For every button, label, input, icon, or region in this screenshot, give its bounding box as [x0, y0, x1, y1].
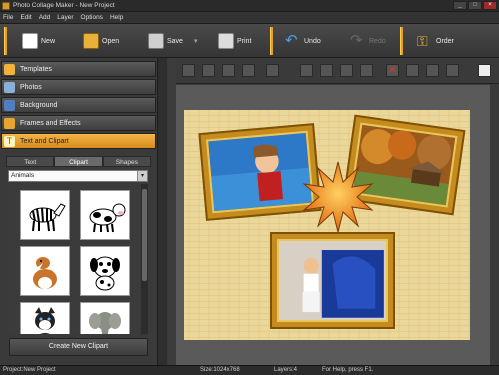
- scroll-thumb[interactable]: [142, 189, 147, 281]
- align-icon[interactable]: [182, 64, 195, 77]
- tab-shapes[interactable]: Shapes: [102, 156, 151, 167]
- menu-edit[interactable]: Edit: [20, 14, 31, 21]
- clipart-grid: [8, 184, 140, 334]
- tab-clipart[interactable]: Clipart: [54, 156, 103, 167]
- key-icon: ⚿: [417, 33, 428, 49]
- star-icon: [4, 63, 15, 75]
- clipart-category-select[interactable]: Animals ▾: [8, 170, 148, 182]
- app-icon: [2, 1, 10, 10]
- settings-icon[interactable]: [426, 64, 439, 77]
- clipart-husky[interactable]: [20, 302, 70, 334]
- undo-label: Undo: [304, 37, 321, 45]
- clipart-collie[interactable]: [20, 246, 70, 296]
- layout-toolbar: ✕: [176, 58, 499, 84]
- align-bottom-icon[interactable]: [266, 64, 279, 77]
- status-help: For Help, press F1.: [322, 367, 374, 373]
- clipart-tabs: Text Clipart Shapes: [6, 156, 151, 167]
- accordion-frames-effects[interactable]: Frames and Effects: [1, 115, 156, 131]
- undo-button[interactable]: ↶ Undo: [285, 29, 321, 53]
- clipart-zebra[interactable]: [20, 190, 70, 240]
- undo-arrow-icon: ↶: [285, 32, 298, 49]
- accordion-background[interactable]: Background: [1, 97, 156, 113]
- save-button[interactable]: Save ▾: [148, 29, 197, 53]
- menu-help[interactable]: Help: [110, 14, 123, 21]
- chevron-down-icon[interactable]: ▾: [137, 171, 147, 181]
- new-button[interactable]: New: [22, 29, 55, 53]
- clipart-dalmatian[interactable]: [80, 246, 130, 296]
- background-icon: [4, 99, 15, 111]
- clipart-elephant[interactable]: [80, 302, 130, 334]
- printer-icon: [218, 33, 234, 49]
- accordion-text-clipart[interactable]: T Text and Clipart: [1, 133, 156, 149]
- minimize-button[interactable]: _: [453, 1, 467, 10]
- accordion-label: Photos: [20, 83, 42, 91]
- floppy-icon: [148, 33, 164, 49]
- lock-icon[interactable]: [446, 64, 459, 77]
- window-controls: _ □ ×: [453, 1, 497, 10]
- title-bar: Photo Collage Maker - New Project _ □ ×: [0, 0, 499, 12]
- menu-bar: File Edit Add Layer Options Help: [0, 12, 499, 24]
- clipart-cow[interactable]: [80, 190, 130, 240]
- rotate-right-icon[interactable]: [320, 64, 333, 77]
- status-layers: Layers:4: [274, 367, 298, 373]
- status-bar: Project:New Project Size:1024x768 Layers…: [0, 365, 499, 375]
- order-button[interactable]: ⚿ Order: [417, 29, 454, 53]
- close-button[interactable]: ×: [483, 1, 497, 10]
- save-label: Save: [167, 37, 183, 45]
- open-label: Open: [102, 37, 120, 45]
- create-new-clipart-button[interactable]: Create New Clipart: [9, 338, 148, 356]
- starburst-shape[interactable]: [302, 160, 374, 234]
- work-area-scrollbar[interactable]: [490, 85, 499, 365]
- accordion-label: Text and Clipart: [20, 137, 69, 145]
- new-label: New: [41, 37, 56, 45]
- folder-icon: [83, 33, 99, 49]
- accordion-label: Templates: [20, 65, 52, 73]
- delete-icon[interactable]: ✕: [386, 64, 399, 77]
- maximize-button[interactable]: □: [468, 1, 482, 10]
- crop-icon[interactable]: [406, 64, 419, 77]
- accordion-label: Background: [20, 101, 58, 109]
- order-label: Order: [436, 37, 454, 45]
- print-label: Print: [237, 37, 252, 45]
- status-size: Size:1024x768: [200, 367, 240, 373]
- tab-text[interactable]: Text: [6, 156, 55, 167]
- flip-vertical-icon[interactable]: [360, 64, 373, 77]
- photo-boy-statue[interactable]: [277, 239, 388, 322]
- photo-icon: [4, 81, 15, 93]
- toolbar-separator: [400, 27, 403, 55]
- toolbar-separator: [4, 27, 7, 55]
- text-clipart-icon: T: [4, 135, 15, 147]
- bring-forward-icon[interactable]: [202, 64, 215, 77]
- status-project: Project:New Project: [3, 367, 56, 373]
- page-icon[interactable]: [478, 64, 491, 77]
- toolbar-separator: [270, 27, 273, 55]
- save-dropdown-icon[interactable]: ▾: [194, 37, 198, 45]
- flip-horizontal-icon[interactable]: [340, 64, 353, 77]
- redo-button[interactable]: ↷ Redo: [350, 29, 386, 53]
- rotate-left-icon[interactable]: [300, 64, 313, 77]
- redo-label: Redo: [369, 37, 386, 45]
- menu-file[interactable]: File: [3, 14, 13, 21]
- palette-icon: [4, 117, 15, 129]
- new-document-icon: [22, 33, 38, 49]
- photo-frame-boy-statue[interactable]: [270, 232, 395, 329]
- menu-layer[interactable]: Layer: [57, 14, 73, 21]
- menu-add[interactable]: Add: [39, 14, 51, 21]
- clipart-scrollbar[interactable]: [141, 184, 148, 334]
- main-toolbar: New Open Save ▾ Print ↶ Undo ↷ Redo ⚿ Or…: [0, 24, 499, 58]
- window-title: Photo Collage Maker - New Project: [13, 2, 115, 9]
- send-backward-icon[interactable]: [222, 64, 235, 77]
- category-value: Animals: [11, 172, 35, 179]
- accordion-photos[interactable]: Photos: [1, 79, 156, 95]
- open-button[interactable]: Open: [83, 29, 119, 53]
- print-button[interactable]: Print: [218, 29, 251, 53]
- left-panel-scrollbar[interactable]: [157, 58, 167, 365]
- redo-arrow-icon: ↷: [350, 32, 363, 49]
- accordion-templates[interactable]: Templates: [1, 61, 156, 77]
- group-icon[interactable]: [242, 64, 255, 77]
- accordion-label: Frames and Effects: [20, 119, 81, 127]
- photo-boy-pool[interactable]: [205, 130, 315, 214]
- menu-options[interactable]: Options: [81, 14, 103, 21]
